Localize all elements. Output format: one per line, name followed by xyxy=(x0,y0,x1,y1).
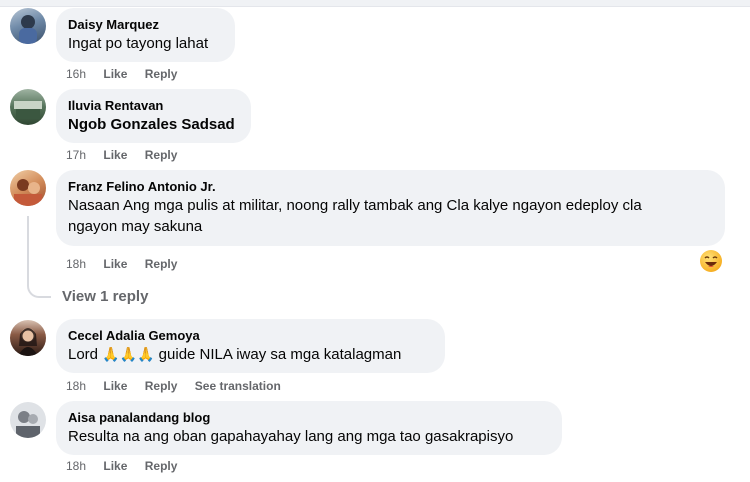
laughing-emoji-icon[interactable] xyxy=(700,250,722,272)
avatar[interactable] xyxy=(10,89,46,125)
comment-bubble: Cecel Adalia Gemoya Lord 🙏🙏🙏 guide NILA … xyxy=(56,319,445,373)
comment-bubble: Iluvia Rentavan Ngob Gonzales Sadsad xyxy=(56,89,251,143)
comment-actions: 18h Like Reply See translation xyxy=(66,378,295,394)
comment-author[interactable]: Franz Felino Antonio Jr. xyxy=(68,178,713,195)
avatar-photo-icon xyxy=(18,328,38,356)
comment-bubble: Franz Felino Antonio Jr. Nasaan Ang mga … xyxy=(56,170,725,246)
comment-author[interactable]: Daisy Marquez xyxy=(68,16,223,33)
comment-text: Resulta na ang oban gapahayahay lang ang… xyxy=(68,428,514,445)
comment-actions: 16h Like Reply xyxy=(66,66,191,82)
comment-author[interactable]: Aisa panalandang blog xyxy=(68,409,550,426)
avatar-photo-icon xyxy=(16,411,40,438)
comment-text-before: Lord xyxy=(68,346,99,363)
avatar[interactable] xyxy=(10,320,46,356)
see-translation-button[interactable]: See translation xyxy=(195,379,281,393)
avatar[interactable] xyxy=(10,170,46,206)
comment-time[interactable]: 18h xyxy=(66,459,86,473)
reply-thread-line xyxy=(27,216,51,298)
avatar-photo-icon xyxy=(14,179,42,206)
avatar[interactable] xyxy=(10,402,46,438)
reply-button[interactable]: Reply xyxy=(145,379,178,393)
like-button[interactable]: Like xyxy=(103,67,127,81)
comment-bubble: Aisa panalandang blog Resulta na ang oba… xyxy=(56,401,562,455)
comment-text: Lord 🙏🙏🙏 guide NILA iway sa mga katalagm… xyxy=(68,344,433,366)
like-button[interactable]: Like xyxy=(103,459,127,473)
comment-time[interactable]: 17h xyxy=(66,148,86,162)
comment-actions: 18h Like Reply xyxy=(66,256,191,272)
reply-button[interactable]: Reply xyxy=(145,459,178,473)
comment-actions: 17h Like Reply xyxy=(66,147,191,163)
comment-text: Ingat po tayong lahat xyxy=(68,35,209,52)
reply-button[interactable]: Reply xyxy=(145,67,178,81)
praying-hands-icon: 🙏🙏🙏 xyxy=(102,347,155,363)
top-divider xyxy=(0,0,750,7)
reply-button[interactable]: Reply xyxy=(145,257,178,271)
comment-bubble: Daisy Marquez Ingat po tayong lahat xyxy=(56,8,235,62)
comment-time[interactable]: 18h xyxy=(66,257,86,271)
comment-actions: 18h Like Reply xyxy=(66,458,191,474)
avatar-photo-icon xyxy=(19,15,37,44)
comment-text: Ngob Gonzales Sadsad xyxy=(68,116,235,133)
like-button[interactable]: Like xyxy=(103,257,127,271)
comment-author[interactable]: Iluvia Rentavan xyxy=(68,97,239,114)
avatar[interactable] xyxy=(10,8,46,44)
like-button[interactable]: Like xyxy=(103,379,127,393)
avatar-photo-icon xyxy=(14,101,42,119)
view-replies-link[interactable]: View 1 reply xyxy=(62,288,148,305)
like-button[interactable]: Like xyxy=(103,148,127,162)
comment-text-after: guide NILA iway sa mga katalagman xyxy=(158,346,402,363)
reply-button[interactable]: Reply xyxy=(145,148,178,162)
comment-text-line-2: ngayon may sakuna xyxy=(68,218,203,235)
comment-time[interactable]: 16h xyxy=(66,67,86,81)
comment-text-line-1: Nasaan Ang mga pulis at militar, noong r… xyxy=(68,197,642,214)
comment-author[interactable]: Cecel Adalia Gemoya xyxy=(68,327,433,344)
comment-time[interactable]: 18h xyxy=(66,379,86,393)
